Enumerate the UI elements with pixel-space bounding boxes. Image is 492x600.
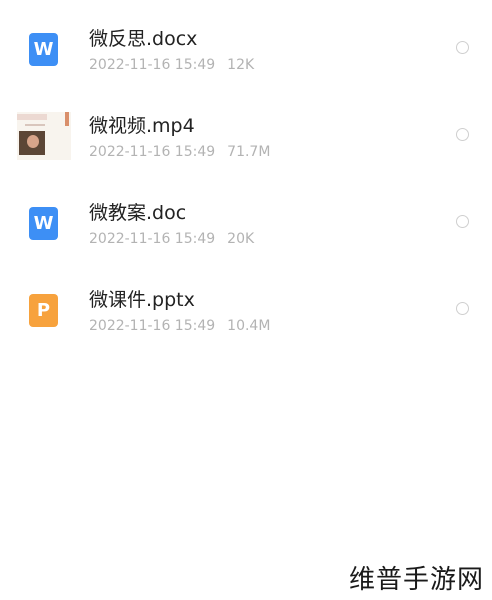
file-row-wei-jiaoan-doc[interactable]: W 微教案.doc 2022-11-16 15:49 20K (0, 179, 492, 266)
file-size: 10.4M (227, 318, 271, 334)
slide-header-shape (17, 114, 47, 120)
presenter-face-shape (27, 135, 39, 148)
file-size: 12K (227, 57, 255, 73)
file-meta: 2022-11-16 15:49 12K (89, 55, 254, 75)
file-date: 2022-11-16 15:49 (89, 144, 216, 160)
select-radio[interactable] (456, 302, 469, 315)
file-name: 微教案.doc (89, 202, 187, 224)
select-radio[interactable] (456, 215, 469, 228)
file-name: 微视频.mp4 (89, 115, 195, 137)
file-name: 微反思.docx (89, 28, 198, 50)
select-radio[interactable] (456, 128, 469, 141)
slide-text-line (25, 124, 45, 126)
file-date: 2022-11-16 15:49 (89, 57, 216, 73)
file-meta: 2022-11-16 15:49 20K (89, 229, 254, 249)
file-name: 微课件.pptx (89, 289, 195, 311)
file-list: W 微反思.docx 2022-11-16 15:49 12K 微视频.mp4 2… (0, 0, 492, 352)
file-row-wei-kejian-pptx[interactable]: P 微课件.pptx 2022-11-16 15:49 10.4M (0, 266, 492, 353)
file-meta: 2022-11-16 15:49 10.4M (89, 316, 270, 336)
slide-accent-shape (65, 112, 69, 126)
word-doc-icon: W (29, 207, 58, 240)
file-row-wei-shipin-mp4[interactable]: 微视频.mp4 2022-11-16 15:49 71.7M (0, 92, 492, 179)
file-date: 2022-11-16 15:49 (89, 318, 216, 334)
file-size: 20K (227, 231, 255, 247)
watermark: 维普手游网 (348, 565, 484, 595)
word-doc-icon: W (29, 33, 58, 66)
select-radio[interactable] (456, 41, 469, 54)
file-size: 71.7M (227, 144, 271, 160)
file-date: 2022-11-16 15:49 (89, 231, 216, 247)
powerpoint-icon: P (29, 294, 58, 327)
file-meta: 2022-11-16 15:49 71.7M (89, 142, 270, 162)
video-thumbnail (17, 112, 71, 160)
file-row-wei-fansi-docx[interactable]: W 微反思.docx 2022-11-16 15:49 12K (0, 5, 492, 92)
